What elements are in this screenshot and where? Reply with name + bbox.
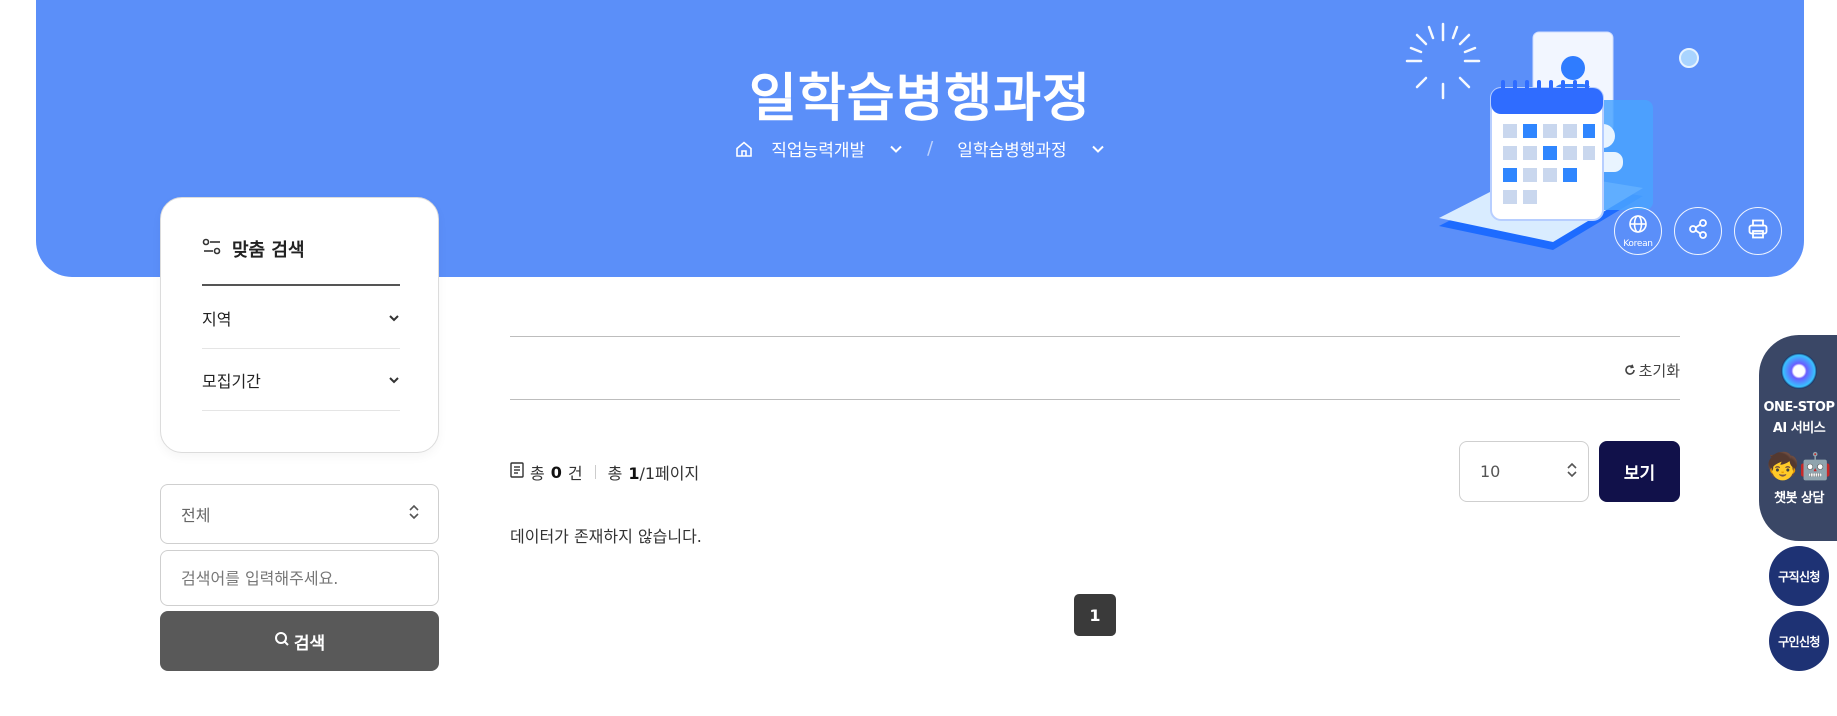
filter-region[interactable]: 지역 bbox=[202, 288, 400, 349]
chevron-down-icon bbox=[889, 142, 903, 156]
one-stop-logo-icon bbox=[1781, 353, 1817, 389]
list-icon bbox=[510, 462, 524, 482]
search-icon bbox=[274, 631, 290, 652]
ai-service-panel[interactable]: ONE-STOP AI 서비스 🧒🤖 챗봇 상담 bbox=[1759, 335, 1837, 541]
chatbot-label: 챗봇 상담 bbox=[1774, 491, 1824, 506]
reset-button[interactable]: 초기화 bbox=[1624, 360, 1680, 381]
breadcrumb-item-level2[interactable]: 일학습병행과정 bbox=[957, 136, 1104, 161]
search-button[interactable]: 검색 bbox=[160, 611, 439, 671]
category-select-value: 전체 bbox=[181, 506, 211, 525]
search-input[interactable] bbox=[160, 550, 439, 606]
chevron-down-icon bbox=[388, 371, 400, 390]
reset-label: 초기화 bbox=[1638, 362, 1680, 380]
page-suffix: /1페이지 bbox=[639, 464, 700, 483]
current-page: 1 bbox=[628, 464, 640, 483]
custom-search-header: 맞춤 검색 bbox=[202, 236, 400, 286]
search-button-label: 검색 bbox=[293, 633, 326, 654]
per-page-value: 10 bbox=[1480, 462, 1501, 481]
refresh-icon bbox=[1624, 362, 1636, 380]
custom-search-panel: 맞춤 검색 지역 모집기간 bbox=[160, 197, 439, 453]
total-unit: 건 bbox=[567, 464, 583, 483]
language-label: Korean bbox=[1623, 238, 1653, 249]
divider bbox=[510, 399, 1680, 400]
home-icon[interactable] bbox=[735, 140, 753, 158]
per-page-select[interactable]: 10 bbox=[1459, 441, 1589, 502]
view-button[interactable]: 보기 bbox=[1599, 441, 1680, 502]
filter-recruit-period[interactable]: 모집기간 bbox=[202, 350, 400, 411]
language-button[interactable]: Korean bbox=[1614, 207, 1662, 255]
updown-chevron-icon bbox=[1566, 462, 1578, 482]
total-count: 0 bbox=[550, 462, 562, 482]
category-select[interactable]: 전체 bbox=[160, 484, 439, 544]
page-prefix: 총 bbox=[607, 464, 623, 483]
updown-chevron-icon bbox=[408, 504, 420, 524]
job-offer-button[interactable]: 구인신청 bbox=[1769, 611, 1829, 671]
chevron-down-icon bbox=[1091, 142, 1105, 156]
chevron-down-icon bbox=[388, 309, 400, 328]
total-prefix: 총 bbox=[530, 464, 545, 483]
filter-label: 지역 bbox=[202, 310, 232, 329]
ai-service-label: ONE-STOP AI 서비스 bbox=[1763, 397, 1835, 439]
job-seek-button[interactable]: 구직신청 bbox=[1769, 546, 1829, 606]
globe-icon bbox=[1628, 214, 1648, 238]
result-summary: 총 0 건 총 1/1페이지 bbox=[510, 460, 699, 484]
print-button[interactable] bbox=[1734, 207, 1782, 255]
share-button[interactable] bbox=[1674, 207, 1722, 255]
breadcrumb-label: 직업능력개발 bbox=[771, 141, 866, 161]
share-icon bbox=[1687, 218, 1709, 244]
custom-search-title: 맞춤 검색 bbox=[232, 240, 305, 261]
page-info: 1/1페이지 bbox=[628, 460, 699, 484]
breadcrumb-separator: / bbox=[927, 138, 934, 159]
summary-divider bbox=[594, 465, 596, 479]
breadcrumb-label: 일학습병행과정 bbox=[957, 141, 1067, 161]
pagination-page-1[interactable]: 1 bbox=[1074, 594, 1116, 636]
ai-line2: AI 서비스 bbox=[1772, 421, 1826, 436]
chatbot-character-icon: 🧒🤖 bbox=[1766, 452, 1832, 482]
divider bbox=[510, 336, 1680, 337]
ai-line1: ONE-STOP bbox=[1763, 400, 1835, 415]
filter-label: 모집기간 bbox=[202, 372, 261, 391]
empty-message: 데이터가 존재하지 않습니다. bbox=[510, 527, 702, 546]
print-icon bbox=[1747, 218, 1769, 244]
filter-icon bbox=[202, 238, 222, 261]
breadcrumb-item-level1[interactable]: 직업능력개발 bbox=[771, 136, 903, 161]
